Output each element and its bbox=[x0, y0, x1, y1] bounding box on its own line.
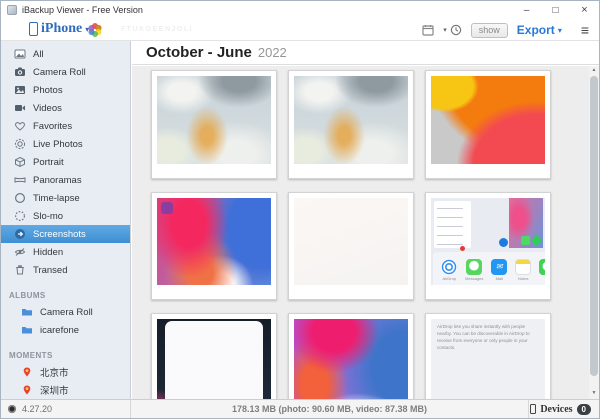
cube-icon bbox=[15, 156, 25, 168]
device-dropdown[interactable]: iPhone ▾ bbox=[29, 21, 89, 37]
sidebar-item-camera-roll[interactable]: Camera Roll bbox=[1, 63, 130, 81]
photo-thumbnail[interactable] bbox=[151, 70, 277, 179]
panorama-icon bbox=[14, 177, 26, 183]
airdrop-info-text: AirDrop lets you share instantly with pe… bbox=[437, 324, 530, 350]
messages-icon bbox=[521, 236, 531, 246]
folder-icon bbox=[22, 327, 32, 334]
devices-label: Devices bbox=[540, 403, 573, 415]
sidebar-item-portrait[interactable]: Portrait bbox=[1, 153, 130, 171]
device-label: iPhone bbox=[41, 21, 83, 36]
sidebar-item-transed[interactable]: Transed bbox=[1, 261, 130, 279]
app-badge bbox=[161, 202, 173, 214]
circle-icon bbox=[14, 192, 26, 204]
camera-icon bbox=[15, 67, 25, 76]
notes-icon bbox=[515, 258, 532, 275]
sidebar-album-camera-roll[interactable]: Camera Roll bbox=[1, 303, 130, 321]
eye-slash-icon bbox=[14, 248, 26, 256]
phone-icon bbox=[29, 22, 38, 36]
folder-icon bbox=[22, 309, 32, 316]
sidebar-moment-beijing[interactable]: 北京市 bbox=[1, 363, 130, 381]
sidebar-item-photos[interactable]: Photos bbox=[1, 81, 130, 99]
mail-icon: ✉ bbox=[491, 258, 508, 275]
screenshot-icon bbox=[15, 229, 25, 239]
close-button[interactable]: × bbox=[570, 1, 599, 19]
minimize-button[interactable]: – bbox=[512, 1, 541, 19]
record-dot-icon bbox=[459, 245, 465, 251]
phone-icon bbox=[530, 404, 537, 414]
share-sheet-dock: AirDrop Messages ✉ Mail Notes bbox=[433, 251, 545, 285]
photo-thumbnail[interactable] bbox=[288, 313, 414, 399]
menu-icon[interactable]: ≡ bbox=[581, 23, 589, 37]
photo-thumbnail[interactable] bbox=[151, 313, 277, 399]
chevron-down-icon: ▾ bbox=[443, 27, 447, 34]
dashed-circle-icon bbox=[14, 210, 26, 222]
export-button[interactable]: Export ▾ bbox=[517, 23, 562, 37]
map-pin-icon bbox=[23, 385, 31, 395]
scrollbar-thumb[interactable] bbox=[590, 76, 598, 376]
sidebar-item-all[interactable]: All bbox=[1, 45, 130, 63]
app-window: iBackup Viewer - Free Version – □ × iPho… bbox=[0, 0, 600, 419]
photo-thumbnail[interactable] bbox=[151, 192, 277, 300]
window-title: iBackup Viewer - Free Version bbox=[22, 5, 143, 15]
scroll-up-arrow[interactable]: ▲ bbox=[589, 66, 599, 75]
messages-icon bbox=[466, 258, 483, 275]
title-bar: iBackup Viewer - Free Version – □ × bbox=[1, 1, 599, 19]
section-albums: ALBUMS bbox=[9, 290, 46, 300]
main-content: October - June 2022 AirDrop Messages ✉ M… bbox=[132, 41, 599, 399]
photo-grid: AirDrop Messages ✉ Mail Notes AirDrop let… bbox=[132, 66, 589, 399]
photo-icon bbox=[15, 86, 25, 94]
photo-icon bbox=[14, 49, 26, 59]
sidebar-item-favorites[interactable]: Favorites bbox=[1, 117, 130, 135]
show-button[interactable]: show bbox=[470, 22, 508, 38]
section-moments: MOMENTS bbox=[9, 350, 53, 360]
maximize-button[interactable]: □ bbox=[541, 1, 570, 19]
sidebar: All Camera Roll Photos Videos Favorites … bbox=[1, 41, 131, 399]
sidebar-item-slo-mo[interactable]: Slo-mo bbox=[1, 207, 130, 225]
photo-thumbnail[interactable] bbox=[288, 70, 414, 179]
sidebar-item-videos[interactable]: Videos bbox=[1, 99, 130, 117]
size-summary: 178.13 MB (photo: 90.60 MB, video: 87.38… bbox=[131, 400, 529, 418]
sidebar-item-live-photos[interactable]: Live Photos bbox=[1, 135, 130, 153]
watermark-text: FTUKGEENJOLI bbox=[121, 26, 194, 33]
status-bar: 4.27.20 178.13 MB (photo: 90.60 MB, vide… bbox=[1, 399, 599, 418]
calendar-icon[interactable] bbox=[422, 24, 434, 36]
photo-thumbnail[interactable] bbox=[288, 192, 414, 300]
status-dot-icon bbox=[8, 405, 16, 413]
share-sheet-panel bbox=[434, 200, 471, 248]
video-icon bbox=[15, 105, 25, 111]
dialog-panel bbox=[164, 321, 264, 399]
airdrop-icon bbox=[441, 258, 458, 275]
date-range-header: October - June 2022 bbox=[132, 41, 599, 65]
toolbar: iPhone ▾ FTUKGEENJOLI ▾ show Export ▾ ≡ bbox=[1, 19, 599, 41]
trash-icon bbox=[16, 265, 24, 275]
sidebar-moment-shenzhen[interactable]: 深圳市 bbox=[1, 381, 130, 399]
photo-thumbnail[interactable] bbox=[425, 70, 551, 179]
photos-flower-icon bbox=[87, 22, 103, 38]
photo-thumbnail[interactable]: AirDrop lets you share instantly with pe… bbox=[425, 313, 551, 399]
check-icon bbox=[499, 238, 509, 248]
date-range: October - June bbox=[146, 44, 252, 61]
date-year: 2022 bbox=[257, 45, 287, 60]
vertical-scrollbar[interactable]: ▲ ▼ bbox=[589, 66, 599, 399]
live-photo-icon bbox=[14, 138, 26, 150]
sidebar-item-time-lapse[interactable]: Time-lapse bbox=[1, 189, 130, 207]
scroll-down-arrow[interactable]: ▼ bbox=[589, 389, 599, 398]
whatsapp-icon bbox=[539, 258, 545, 275]
sidebar-item-panoramas[interactable]: Panoramas bbox=[1, 171, 130, 189]
sidebar-album-icarefone[interactable]: icarefone bbox=[1, 321, 130, 339]
photo-thumbnail[interactable]: AirDrop Messages ✉ Mail Notes bbox=[425, 192, 551, 300]
version-text: 4.27.20 bbox=[22, 404, 53, 414]
heart-icon bbox=[15, 122, 25, 131]
sidebar-item-screenshots[interactable]: Screenshots bbox=[1, 225, 130, 243]
sidebar-item-hidden[interactable]: Hidden bbox=[1, 243, 130, 261]
map-pin-icon bbox=[23, 367, 31, 377]
devices-count-badge: 0 bbox=[576, 403, 591, 415]
app-icon bbox=[7, 5, 17, 15]
chevron-down-icon: ▾ bbox=[557, 25, 562, 35]
clock-icon[interactable] bbox=[450, 24, 462, 36]
